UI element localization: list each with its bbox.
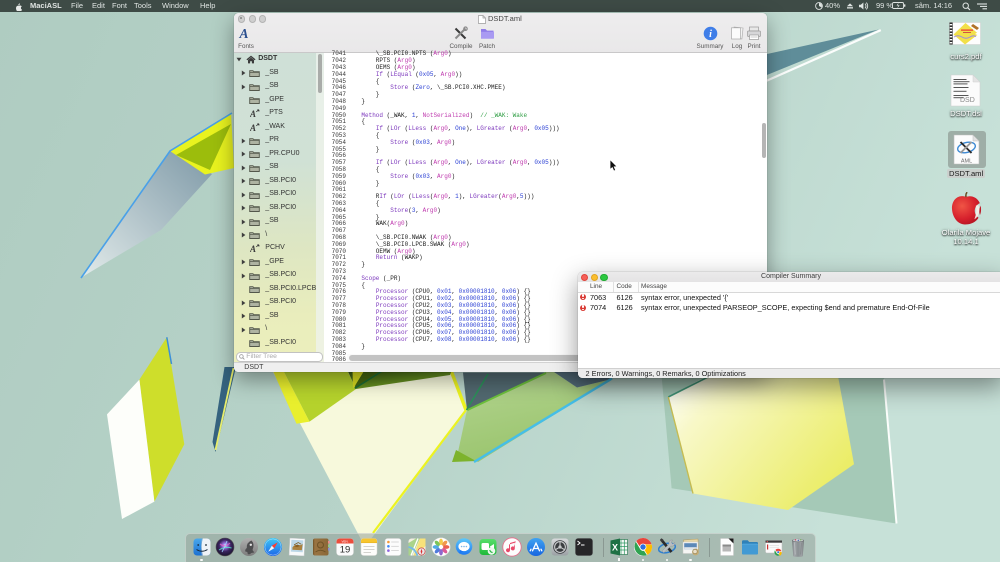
svg-text:i: i [709,29,712,40]
svg-text:A: A [250,123,256,132]
svg-text:X: X [612,543,618,553]
svg-text:A: A [250,109,256,118]
svg-text:A: A [250,244,256,253]
svg-text:AML: AML [961,159,972,165]
svg-text:DSD: DSD [960,97,975,104]
svg-text:VEN.: VEN. [341,540,348,544]
svg-text:19: 19 [340,545,351,556]
